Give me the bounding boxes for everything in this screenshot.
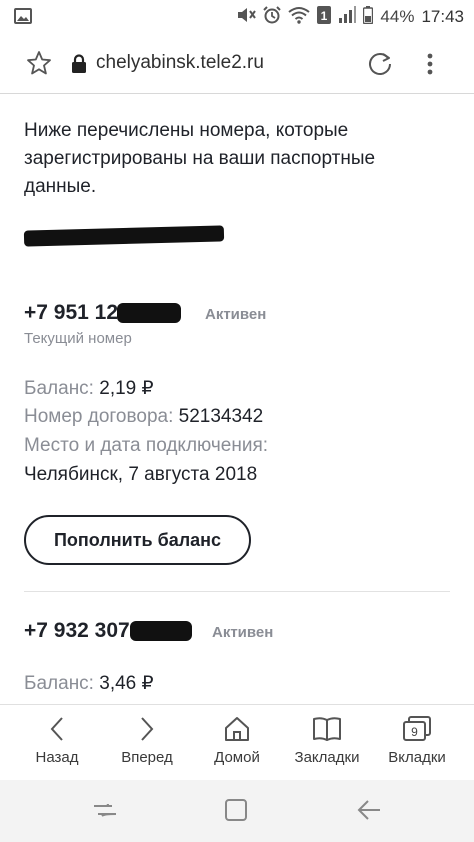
bookmarks-button[interactable]: Закладки: [282, 713, 372, 766]
contract-value: 52134342: [178, 406, 264, 427]
wifi-icon: [288, 6, 311, 29]
balance-row: Баланс: 2,19 ₽: [24, 377, 154, 400]
divider: [24, 591, 450, 592]
mute-icon: [236, 6, 257, 29]
place-date-row: Место и дата подключения:: [24, 435, 268, 457]
contract-label: Номер договора:: [24, 406, 174, 427]
balance-label: Баланс:: [24, 673, 94, 694]
current-number-label: Текущий номер: [24, 330, 132, 347]
status-badge: Активен: [205, 306, 267, 323]
place-date-label: Место и дата подключения:: [24, 435, 269, 456]
home-button[interactable]: Домой: [192, 713, 282, 766]
browser-toolbar: Назад Вперед Домой Закладки 9 Вкладки: [0, 704, 474, 780]
gallery-notification-icon: [14, 8, 32, 29]
phone-number: +7 932 307-: [24, 619, 137, 642]
forward-label: Вперед: [121, 749, 173, 766]
place-date-value: Челябинск, 7 августа 2018: [24, 464, 258, 485]
home-icon: [192, 713, 282, 745]
forward-button[interactable]: Вперед: [102, 713, 192, 766]
lock-icon: [71, 54, 87, 79]
home-label: Домой: [214, 749, 260, 766]
battery-percent: 44%: [380, 7, 415, 26]
balance-row: Баланс: 3,46 ₽: [24, 672, 154, 695]
status-bar: 1 44% 17:43: [0, 0, 474, 34]
svg-text:1: 1: [321, 9, 328, 23]
balance-value: 3,46 ₽: [99, 673, 154, 694]
redacted-phone-digits: [117, 303, 181, 323]
home-nav-icon[interactable]: [224, 798, 248, 827]
clock: 17:43: [421, 7, 464, 26]
redacted-owner-name: [23, 225, 225, 247]
tabs-count: 9: [411, 725, 418, 739]
tabs-label: Вкладки: [388, 749, 446, 766]
back-button[interactable]: Назад: [12, 713, 102, 766]
bookmark-star-icon[interactable]: [26, 50, 52, 81]
alarm-icon: [263, 5, 282, 29]
back-label: Назад: [35, 749, 79, 766]
recent-apps-icon[interactable]: [92, 798, 118, 827]
book-icon: [282, 713, 372, 745]
bookmarks-label: Закладки: [294, 749, 360, 766]
status-badge: Активен: [212, 624, 274, 641]
intro-text: Ниже перечислены номера, которые зарегис…: [24, 120, 376, 197]
back-nav-icon[interactable]: [356, 798, 382, 827]
signal-icon: [338, 5, 357, 29]
redacted-phone-digits: [130, 621, 192, 641]
chevron-left-icon: [12, 713, 102, 745]
balance-value: 2,19 ₽: [99, 378, 154, 399]
contract-row: Номер договора: 52134342: [24, 406, 263, 428]
balance-label: Баланс:: [24, 378, 94, 399]
battery-icon: [363, 5, 374, 29]
url-field[interactable]: chelyabinsk.tele2.ru: [96, 52, 264, 74]
reload-icon[interactable]: [366, 50, 394, 83]
address-bar: chelyabinsk.tele2.ru: [0, 34, 474, 94]
system-navigation-bar: [0, 780, 474, 842]
overflow-menu-icon[interactable]: [426, 52, 434, 81]
tabs-icon: 9: [372, 713, 462, 745]
place-date-value-row: Челябинск, 7 августа 2018: [24, 464, 257, 486]
tabs-button[interactable]: 9 Вкладки: [372, 713, 462, 766]
page-content: Ниже перечислены номера, которые зарегис…: [0, 95, 474, 704]
chevron-right-icon: [102, 713, 192, 745]
topup-balance-button[interactable]: Пополнить баланс: [24, 515, 251, 565]
sim-icon: 1: [317, 5, 332, 29]
